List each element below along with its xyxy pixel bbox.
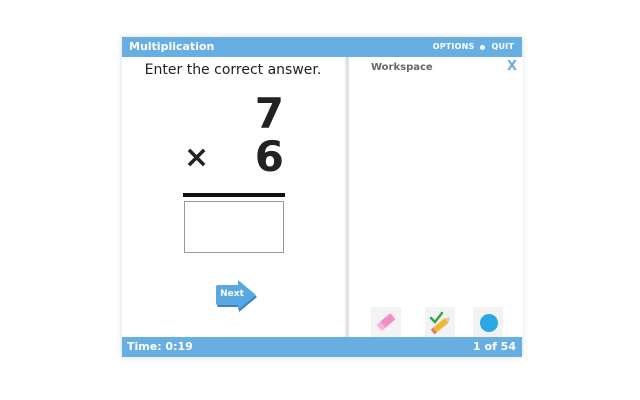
app-title: Multiplication <box>129 40 215 53</box>
quit-link[interactable]: QUIT <box>491 40 514 54</box>
next-button-label: Next <box>220 289 244 299</box>
answer-input[interactable] <box>184 201 284 253</box>
color-picker-tool-button[interactable] <box>473 307 503 337</box>
top-operand: 7 <box>254 89 284 138</box>
pencil-check-tool-button[interactable] <box>425 307 455 337</box>
question-progress: 1 of 54 <box>473 340 516 353</box>
multiply-operator: × <box>184 140 210 175</box>
workspace-panel: Workspace X <box>348 57 523 337</box>
problem-prompt: Enter the correct answer. <box>144 62 322 78</box>
problem-panel: Enter the correct answer. 7 × 6 Next <box>122 57 348 337</box>
sum-line <box>183 193 285 197</box>
eraser-tool-button[interactable] <box>371 307 401 337</box>
timer-display: Time: 0:19 <box>127 340 193 353</box>
next-button[interactable]: Next <box>214 279 258 315</box>
status-bar: Time: 0:19 1 of 54 <box>122 337 522 357</box>
options-link[interactable]: OPTIONS <box>433 40 475 54</box>
workspace-close-button[interactable]: X <box>507 59 517 75</box>
math-app-window: Multiplication OPTIONS QUIT Enter the co… <box>122 37 523 357</box>
workspace-title: Workspace <box>371 62 433 73</box>
eraser-icon <box>376 313 396 331</box>
title-bar: Multiplication OPTIONS QUIT <box>122 37 522 57</box>
color-dot-icon <box>480 314 498 332</box>
pencil-check-icon <box>429 311 451 335</box>
menu-separator-dot <box>480 44 486 50</box>
bottom-operand: 6 <box>254 132 284 181</box>
workspace-drawing-area[interactable] <box>349 79 523 305</box>
header-menu: OPTIONS QUIT <box>433 40 514 54</box>
